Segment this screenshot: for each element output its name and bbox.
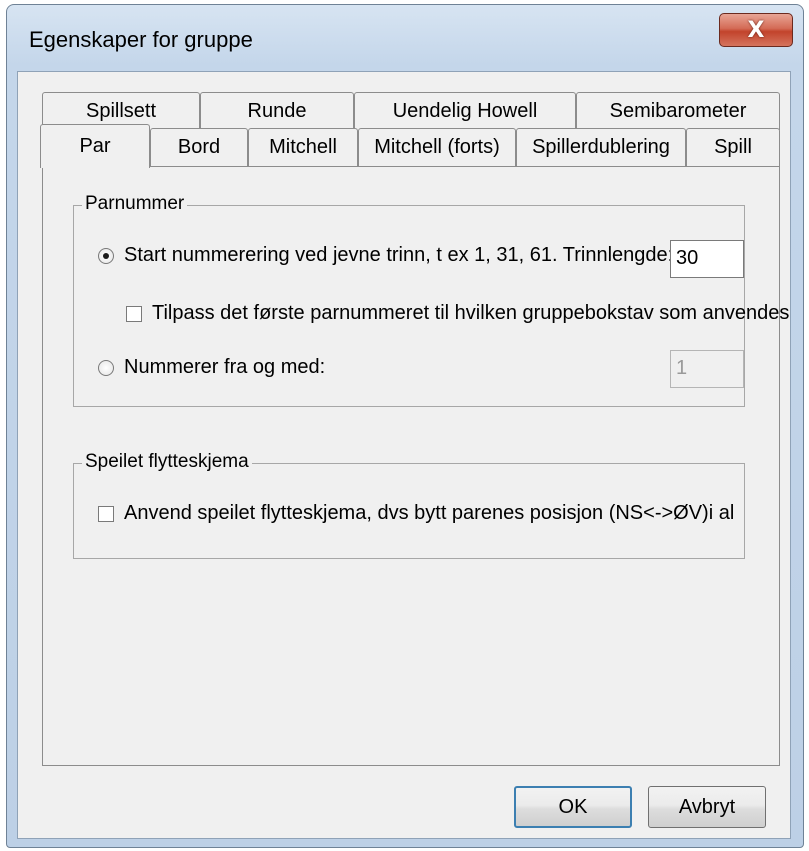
checkbox-tilpass-label: Tilpass det første parnummeret til hvilk… (152, 302, 790, 324)
check-speilet-row[interactable]: Anvend speilet flytteskjema, dvs bytt pa… (98, 502, 734, 525)
tab-runde[interactable]: Runde (200, 92, 354, 130)
dialog-window: Egenskaper for gruppe X Spillsett Runde … (6, 4, 804, 848)
number-from-input[interactable]: 1 (670, 350, 744, 388)
ok-button[interactable]: OK (514, 786, 632, 828)
tab-spillerdublering[interactable]: Spillerdublering (516, 128, 686, 166)
tab-par[interactable]: Par (40, 124, 150, 168)
check-tilpass-row[interactable]: Tilpass det første parnummeret til hvilk… (126, 302, 789, 325)
radio-from-row[interactable]: Nummerer fra og med: (98, 356, 325, 379)
checkbox-speilet[interactable] (98, 505, 114, 522)
step-length-input[interactable]: 30 (670, 240, 744, 278)
radio-number-from[interactable] (98, 359, 114, 376)
tab-mitchell-forts[interactable]: Mitchell (forts) (358, 128, 516, 166)
tab-mitchell[interactable]: Mitchell (248, 128, 358, 166)
tab-bord[interactable]: Bord (150, 128, 248, 166)
tab-spill[interactable]: Spill (686, 128, 780, 166)
window-title: Egenskaper for gruppe (29, 27, 253, 52)
dialog-client-area: Spillsett Runde Uendelig Howell Semibaro… (17, 71, 791, 839)
radio-start-row[interactable]: Start nummerering ved jevne trinn, t ex … (98, 244, 673, 267)
parnummer-group: Parnummer Start nummerering ved jevne tr… (73, 193, 789, 407)
tab-panel-par: Parnummer Start nummerering ved jevne tr… (42, 166, 789, 766)
speilet-legend: Speilet flytteskjema (82, 451, 252, 473)
checkbox-speilet-label: Anvend speilet flytteskjema, dvs bytt pa… (124, 502, 734, 524)
parnummer-legend: Parnummer (82, 193, 188, 215)
checkbox-tilpass[interactable] (126, 305, 142, 322)
radio-start-label: Start nummerering ved jevne trinn, t ex … (124, 244, 674, 266)
tab-semibarometer[interactable]: Semibarometer (576, 92, 780, 130)
close-icon: X (747, 17, 765, 43)
radio-from-label: Nummerer fra og med: (124, 356, 326, 378)
title-bar[interactable]: Egenskaper for gruppe X (7, 5, 803, 71)
cancel-button[interactable]: Avbryt (648, 786, 766, 828)
close-button[interactable]: X (719, 13, 793, 47)
radio-selected-dot (103, 252, 109, 259)
speilet-group: Speilet flytteskjema Anvend speilet flyt… (73, 451, 745, 559)
radio-start-numbering[interactable] (98, 247, 114, 264)
tab-uendelig-howell[interactable]: Uendelig Howell (354, 92, 576, 130)
